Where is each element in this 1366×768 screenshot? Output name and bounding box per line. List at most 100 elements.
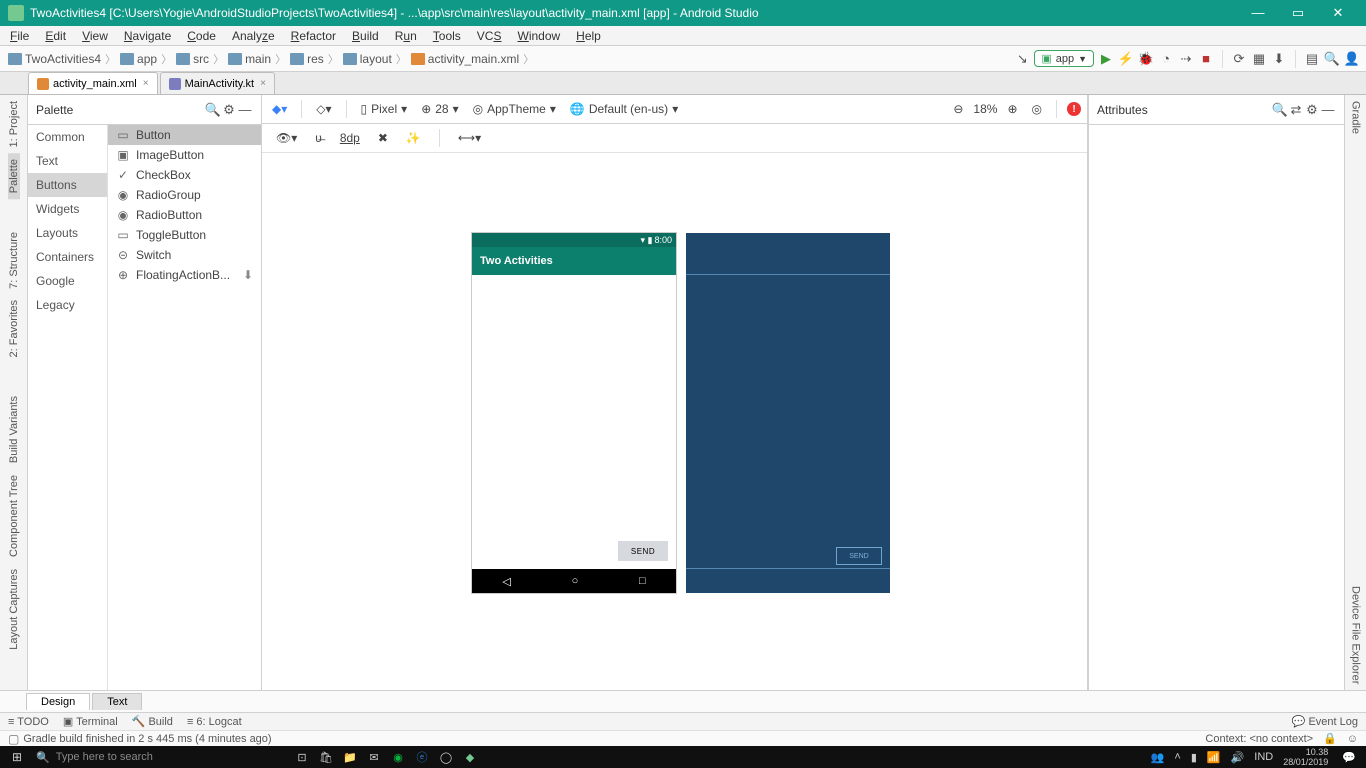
tray-chevron-up-icon[interactable]: ˄ <box>1174 751 1180 763</box>
pal-cat-layouts[interactable]: Layouts <box>28 221 107 245</box>
menu-run[interactable]: Run <box>387 29 425 43</box>
tab-close-icon[interactable]: × <box>143 78 149 89</box>
crumb-app[interactable]: app <box>118 52 159 66</box>
tool-project[interactable]: 1: Project <box>8 95 20 153</box>
tray-wifi-icon[interactable]: 📶 <box>1207 751 1221 764</box>
profiler-icon[interactable]: ◔ <box>1158 51 1174 67</box>
crumb-layout[interactable]: layout <box>341 52 394 66</box>
context-label[interactable]: Context: <no context> <box>1205 733 1313 745</box>
crumb-file[interactable]: activity_main.xml <box>409 52 521 66</box>
attributes-hide-icon[interactable]: — <box>1320 102 1336 118</box>
pal-cat-containers[interactable]: Containers <box>28 245 107 269</box>
project-structure-icon[interactable]: ▤ <box>1304 51 1320 67</box>
mode-tab-design[interactable]: Design <box>26 693 90 710</box>
tool-build[interactable]: 🔨 Build <box>132 715 173 728</box>
design-surface-selector[interactable]: ◆▾ <box>268 102 291 116</box>
event-log-button[interactable]: 💬 Event Log <box>1292 715 1358 728</box>
device-selector[interactable]: ▯ Pixel▾ <box>357 102 412 116</box>
palette-item-radiobutton[interactable]: ◉RadioButton <box>108 205 261 225</box>
menu-file[interactable]: File <box>2 29 37 43</box>
tool-terminal[interactable]: ▣ Terminal <box>63 715 118 728</box>
status-lock-icon[interactable]: 🔒 <box>1323 732 1337 745</box>
status-hector-icon[interactable]: ☺ <box>1347 733 1358 745</box>
minimize-button[interactable]: — <box>1238 0 1278 26</box>
pal-cat-buttons[interactable]: Buttons <box>28 173 107 197</box>
crumb-res[interactable]: res <box>288 52 326 66</box>
zoom-out-icon[interactable]: ⊖ <box>949 102 967 116</box>
design-surface[interactable]: ▾ ▮ 8:00 Two Activities SEND ◁○□ SEND <box>262 153 1087 690</box>
blueprint-send-button[interactable]: SEND <box>836 547 882 565</box>
pal-cat-widgets[interactable]: Widgets <box>28 197 107 221</box>
tray-clock[interactable]: 10.38 28/01/2019 <box>1283 747 1332 767</box>
tool-structure[interactable]: 7: Structure <box>8 226 20 295</box>
crumb-project[interactable]: TwoActivities4 <box>6 52 103 66</box>
preview-send-button[interactable]: SEND <box>618 541 668 561</box>
tool-layout-captures[interactable]: Layout Captures <box>8 563 20 656</box>
menu-build[interactable]: Build <box>344 29 387 43</box>
sdk-manager-icon[interactable]: ⬇ <box>1271 51 1287 67</box>
download-icon[interactable]: ⬇ <box>243 268 253 282</box>
menu-tools[interactable]: Tools <box>425 29 469 43</box>
editor-tab-main-activity[interactable]: MainActivity.kt × <box>160 72 275 94</box>
run-icon[interactable]: ▶ <box>1098 51 1114 67</box>
attributes-settings-icon[interactable]: ⚙ <box>1304 102 1320 118</box>
start-button[interactable]: ⊞ <box>4 750 30 764</box>
palette-settings-icon[interactable]: ⚙ <box>221 102 237 118</box>
taskbar-edge-icon[interactable]: ⓔ <box>410 749 434 765</box>
menu-navigate[interactable]: Navigate <box>116 29 179 43</box>
menu-help[interactable]: Help <box>568 29 609 43</box>
menu-view[interactable]: View <box>74 29 116 43</box>
theme-selector[interactable]: ◎ AppTheme▾ <box>469 102 560 116</box>
taskbar-search[interactable]: 🔍 Type here to search <box>30 751 290 764</box>
apply-changes-icon[interactable]: ⚡ <box>1118 51 1134 67</box>
blueprint-preview[interactable]: SEND <box>686 233 890 593</box>
attach-debugger-icon[interactable]: ⇢ <box>1178 51 1194 67</box>
avd-manager-icon[interactable]: ▦ <box>1251 51 1267 67</box>
tray-people-icon[interactable]: 👥 <box>1151 751 1165 764</box>
sync-gradle-icon[interactable]: ⟳ <box>1231 51 1247 67</box>
palette-item-checkbox[interactable]: ✓CheckBox <box>108 165 261 185</box>
close-button[interactable]: ✕ <box>1318 0 1358 26</box>
taskbar-android-studio-icon[interactable]: ◆ <box>458 751 482 764</box>
menu-vcs[interactable]: VCS <box>469 29 510 43</box>
menu-analyze[interactable]: Analyze <box>224 29 283 43</box>
editor-tab-activity-main[interactable]: activity_main.xml × <box>28 72 158 94</box>
orientation-selector[interactable]: ◇▾ <box>312 102 335 116</box>
autoconnect-icon[interactable]: ᴜ̶ <box>311 131 326 145</box>
taskbar-mail-icon[interactable]: ✉ <box>362 751 386 764</box>
tool-favorites[interactable]: 2: Favorites <box>8 294 20 363</box>
taskbar-explorer-icon[interactable]: 📁 <box>338 751 362 764</box>
search-everywhere-icon[interactable]: 🔍 <box>1324 51 1340 67</box>
tool-gradle[interactable]: Gradle <box>1350 95 1362 140</box>
preview-body[interactable]: SEND <box>472 275 676 569</box>
palette-item-button[interactable]: ▭Button <box>108 125 261 145</box>
tool-build-variants[interactable]: Build Variants <box>8 390 20 469</box>
palette-item-switch[interactable]: ⊝Switch <box>108 245 261 265</box>
default-margin-selector[interactable]: 8dp <box>336 131 364 145</box>
palette-item-radiogroup[interactable]: ◉RadioGroup <box>108 185 261 205</box>
locale-selector[interactable]: 🌐 Default (en-us)▾ <box>566 102 682 116</box>
user-icon[interactable]: 👤 <box>1344 51 1360 67</box>
tool-component-tree[interactable]: Component Tree <box>8 469 20 563</box>
run-configuration-selector[interactable]: ▣ app ▼ <box>1034 50 1094 67</box>
taskbar-line-icon[interactable]: ◉ <box>386 751 410 764</box>
guideline-icon[interactable]: ⟷▾ <box>454 131 485 145</box>
maximize-button[interactable]: ▭ <box>1278 0 1318 26</box>
attributes-search-icon[interactable]: 🔍 <box>1272 102 1288 118</box>
tray-ime-label[interactable]: IND <box>1254 751 1273 763</box>
pal-cat-text[interactable]: Text <box>28 149 107 173</box>
pal-cat-common[interactable]: Common <box>28 125 107 149</box>
taskbar-chrome-icon[interactable]: ◯ <box>434 751 458 764</box>
palette-item-togglebutton[interactable]: ▭ToggleButton <box>108 225 261 245</box>
crumb-main[interactable]: main <box>226 52 273 66</box>
make-icon[interactable]: ↘ <box>1014 51 1030 67</box>
menu-window[interactable]: Window <box>509 29 568 43</box>
design-preview[interactable]: ▾ ▮ 8:00 Two Activities SEND ◁○□ <box>472 233 676 593</box>
menu-code[interactable]: Code <box>179 29 224 43</box>
stop-icon[interactable]: ■ <box>1198 51 1214 67</box>
palette-item-imagebutton[interactable]: ▣ImageButton <box>108 145 261 165</box>
menu-edit[interactable]: Edit <box>37 29 74 43</box>
zoom-fit-icon[interactable]: ◎ <box>1028 102 1046 116</box>
zoom-in-icon[interactable]: ⊕ <box>1003 102 1021 116</box>
debug-icon[interactable]: 🐞 <box>1138 51 1154 67</box>
